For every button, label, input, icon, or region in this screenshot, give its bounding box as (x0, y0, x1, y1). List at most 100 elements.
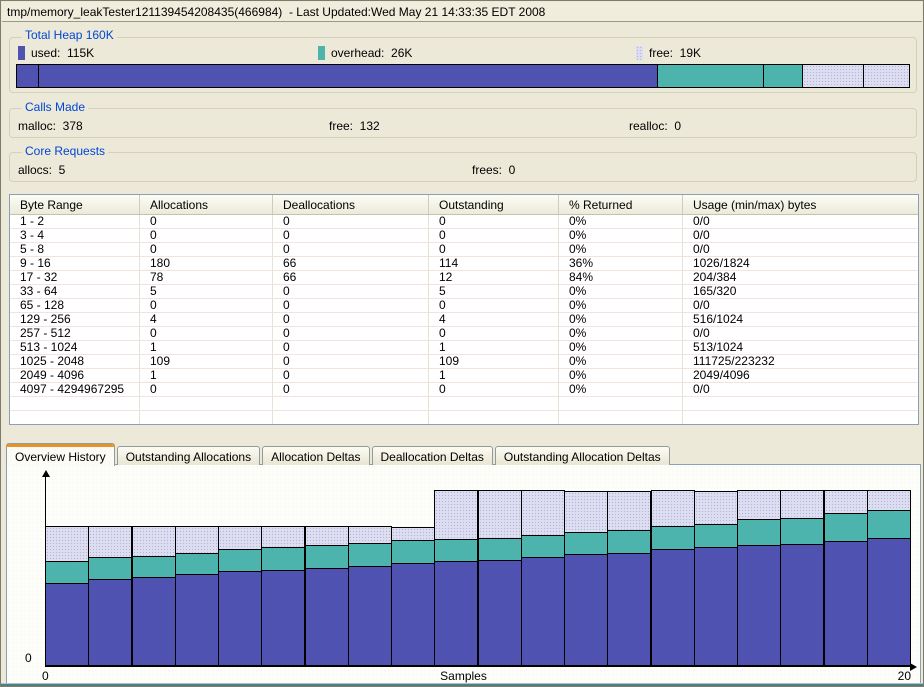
table-cell: 0 (429, 215, 559, 229)
total-heap-group: Total Heap 160K used: 115Koverhead: 26Kf… (9, 37, 917, 93)
y-axis-arrow-icon (42, 470, 50, 477)
table-row[interactable]: 1 - 20000%0/0 (10, 215, 918, 229)
table-row (10, 411, 918, 425)
bar-used-segment (564, 554, 608, 666)
bar-free-segment (478, 490, 522, 539)
table-cell: 0 (140, 383, 273, 397)
table-cell: 0% (559, 285, 683, 299)
table-cell: 0% (559, 229, 683, 243)
history-tabbar: Overview HistoryOutstanding AllocationsA… (6, 442, 672, 465)
tab-deallocation-deltas[interactable]: Deallocation Deltas (372, 446, 493, 465)
chart-bar-sample-15 (651, 490, 695, 666)
table-header-row: Byte RangeAllocationsDeallocationsOutsta… (10, 195, 918, 215)
chart-bar-sample-14 (607, 491, 651, 666)
bar-used-segment (261, 570, 305, 666)
tab-outstanding-allocations[interactable]: Outstanding Allocations (117, 446, 260, 465)
table-cell (429, 411, 559, 425)
table-row[interactable]: 65 - 1280000%0/0 (10, 299, 918, 313)
table-cell: 0% (559, 355, 683, 369)
chart-bar-sample-12 (521, 490, 565, 666)
column-header[interactable]: Usage (min/max) bytes (683, 195, 918, 214)
table-cell: 1 (140, 369, 273, 383)
table-cell (10, 411, 140, 425)
column-header[interactable]: Outstanding (429, 195, 559, 214)
table-cell: 0 (273, 383, 429, 397)
column-header[interactable]: % Returned (559, 195, 683, 214)
column-header[interactable]: Deallocations (273, 195, 429, 214)
total-heap-group-label: Total Heap 160K (22, 29, 117, 42)
table-row[interactable]: 129 - 2564040%516/1024 (10, 313, 918, 327)
bar-overhead-segment (651, 526, 695, 550)
calls-made-group: Calls Made malloc: 378free: 132realloc: … (9, 108, 917, 138)
bar-used-segment (132, 577, 176, 666)
bar-overhead-segment (348, 543, 392, 567)
heap-segment-used (39, 65, 658, 87)
bar-used-segment (651, 549, 695, 666)
table-cell: 0% (559, 327, 683, 341)
table-row[interactable]: 513 - 10241010%513/1024 (10, 341, 918, 355)
table-cell: 66 (273, 257, 429, 271)
bar-used-segment (867, 538, 911, 666)
tab-overview-history[interactable]: Overview History (6, 443, 115, 466)
table-cell: 33 - 64 (10, 285, 140, 299)
chart-bar-sample-8 (348, 526, 392, 666)
table-cell: 516/1024 (683, 313, 918, 327)
bar-used-segment (521, 557, 565, 666)
table-cell: 0 (273, 327, 429, 341)
table-row[interactable]: 4097 - 42949672950000%0/0 (10, 383, 918, 397)
table-row[interactable]: 1025 - 204810901090%111725/223232 (10, 355, 918, 369)
table-cell: 111725/223232 (683, 355, 918, 369)
chart-bar-sample-4 (175, 526, 219, 666)
bar-overhead-segment (824, 513, 868, 542)
bar-overhead-segment (175, 553, 219, 575)
bar-used-segment (607, 553, 651, 666)
table-cell: 513/1024 (683, 341, 918, 355)
table-row[interactable]: 257 - 5120000%0/0 (10, 327, 918, 341)
heap-legend-used: used: 115K (18, 45, 94, 60)
bar-used-segment (737, 545, 781, 666)
bar-overhead-segment (780, 518, 824, 545)
table-row[interactable]: 33 - 645050%165/320 (10, 285, 918, 299)
table-cell: 4 (429, 313, 559, 327)
bar-free-segment (564, 491, 608, 533)
table-cell: 0/0 (683, 215, 918, 229)
calls-made-group-label: Calls Made (22, 101, 88, 114)
chart-bar-sample-5 (218, 526, 262, 666)
table-row[interactable]: 3 - 40000%0/0 (10, 229, 918, 243)
bar-free-segment (132, 526, 176, 557)
table-row (10, 397, 918, 411)
table-cell: 0 (273, 299, 429, 313)
table-cell: 65 - 128 (10, 299, 140, 313)
bar-used-segment (694, 547, 738, 666)
core-requests-group: Core Requests allocs: 5frees: 0 (9, 152, 917, 182)
chart-bar-sample-6 (261, 526, 305, 666)
bar-overhead-segment (737, 519, 781, 546)
table-cell: 165/320 (683, 285, 918, 299)
stat-value: free: 132 (329, 119, 380, 133)
table-cell: 109 (140, 355, 273, 369)
table-cell: 0 (140, 215, 273, 229)
table-row[interactable]: 2049 - 40961010%2049/4096 (10, 369, 918, 383)
table-cell: 0% (559, 299, 683, 313)
bar-used-segment (175, 574, 219, 666)
table-cell: 0 (273, 341, 429, 355)
table-cell: 2049/4096 (683, 369, 918, 383)
used-swatch-icon (18, 46, 25, 60)
tab-outstanding-allocation-deltas[interactable]: Outstanding Allocation Deltas (495, 446, 670, 465)
tab-allocation-deltas[interactable]: Allocation Deltas (262, 446, 369, 465)
bar-used-segment (780, 544, 824, 666)
table-cell: 5 - 8 (10, 243, 140, 257)
table-cell: 0 (429, 383, 559, 397)
column-header[interactable]: Byte Range (10, 195, 140, 214)
bar-free-segment (434, 490, 478, 540)
bar-free-segment (261, 526, 305, 548)
table-cell: 0 (273, 229, 429, 243)
table-row[interactable]: 9 - 161806611436%1026/1824 (10, 257, 918, 271)
table-row[interactable]: 5 - 80000%0/0 (10, 243, 918, 257)
table-cell: 0% (559, 383, 683, 397)
bar-free-segment (88, 526, 132, 558)
chart-bar-sample-20 (867, 490, 911, 666)
table-row[interactable]: 17 - 3278661284%204/384 (10, 271, 918, 285)
table-cell: 0 (429, 299, 559, 313)
column-header[interactable]: Allocations (140, 195, 273, 214)
